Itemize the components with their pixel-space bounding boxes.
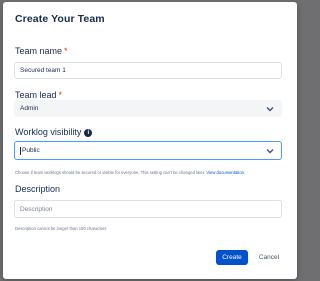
team-lead-label: Team lead *: [15, 90, 62, 100]
dialog-title: Create Your Team: [15, 13, 105, 25]
description-input[interactable]: Description: [14, 200, 282, 218]
team-lead-select[interactable]: Admin: [14, 100, 282, 117]
chevron-down-icon: [266, 106, 274, 111]
info-icon[interactable]: i: [84, 129, 93, 137]
cancel-button[interactable]: Cancel: [255, 250, 283, 265]
worklog-visibility-label: Worklog visibility i: [15, 127, 93, 137]
team-name-label-text: Team name: [15, 46, 63, 56]
worklog-visibility-helper: Choose if team worklogs should be secure…: [15, 170, 245, 175]
team-lead-required-mark: *: [58, 90, 63, 100]
team-name-input[interactable]: Secured team 1: [14, 62, 282, 79]
team-lead-value: Admin: [20, 105, 39, 112]
team-name-value: Secured team 1: [20, 67, 66, 74]
worklog-visibility-value: Public: [22, 147, 40, 154]
description-helper: Description cannot be longer than 150 ch…: [15, 226, 107, 231]
worklog-visibility-label-text: Worklog visibility: [15, 127, 82, 137]
create-button[interactable]: Create: [216, 250, 248, 265]
text-cursor: [20, 146, 21, 155]
chevron-down-icon: [266, 148, 274, 153]
create-team-dialog: Create Your Team Team name * Secured team…: [3, 2, 297, 279]
worklog-visibility-select[interactable]: Public: [14, 141, 282, 160]
team-name-label: Team name *: [15, 46, 68, 56]
worklog-visibility-helper-text: Choose if team worklogs should be secure…: [15, 170, 206, 175]
team-lead-label-text: Team lead: [15, 90, 57, 100]
team-name-required-mark: *: [64, 46, 68, 56]
description-label: Description: [15, 184, 61, 194]
description-placeholder: Description: [20, 205, 53, 213]
view-documentation-link[interactable]: View documentation.: [206, 170, 245, 175]
